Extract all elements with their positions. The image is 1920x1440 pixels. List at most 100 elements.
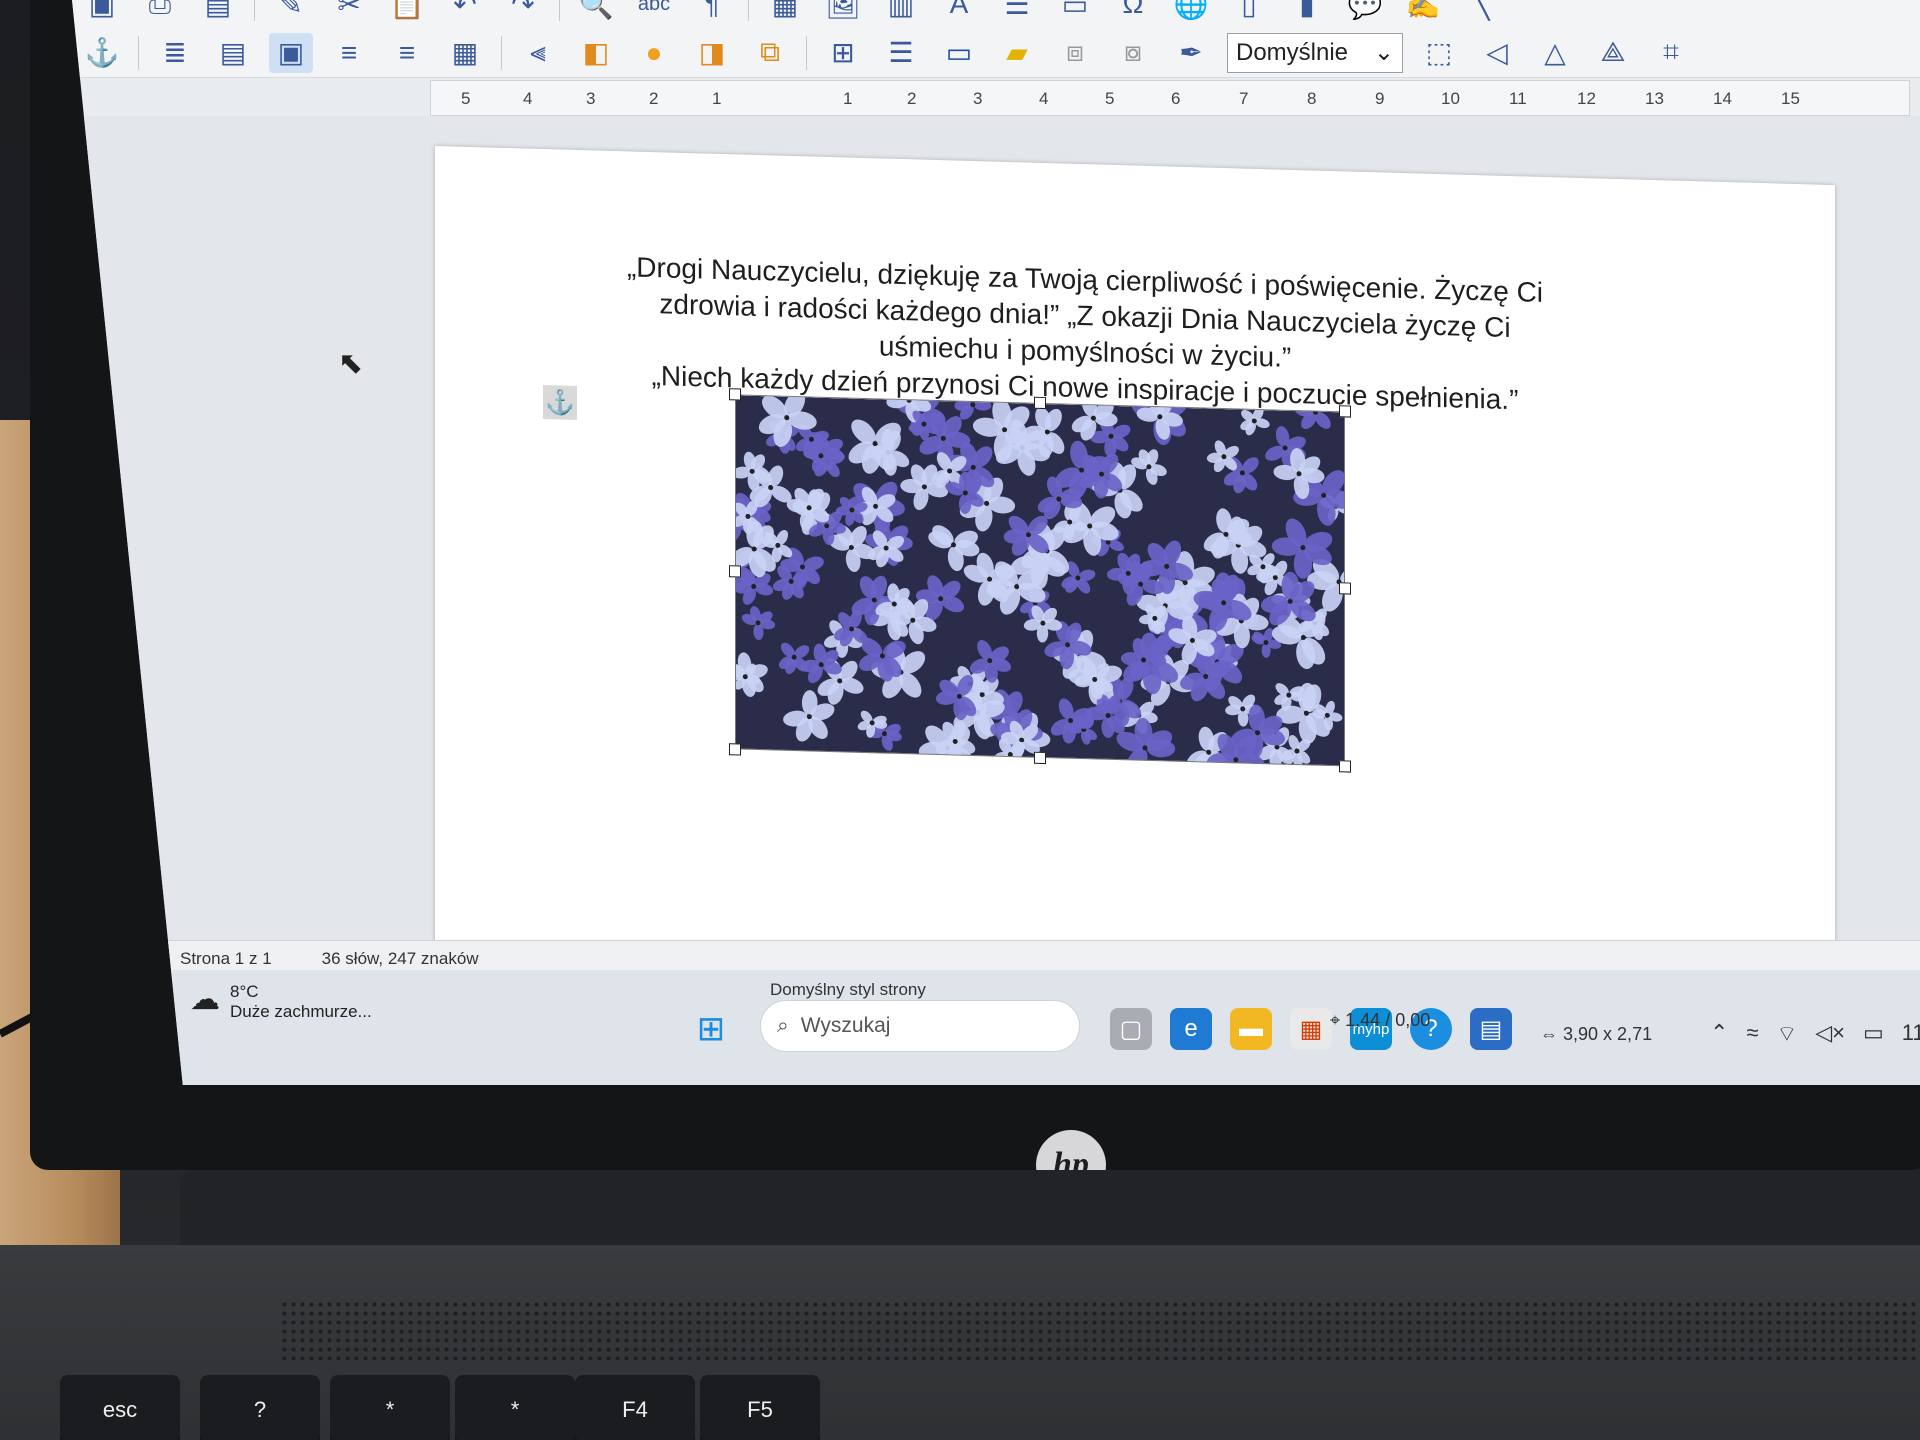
- wrap-right-icon[interactable]: ≡: [385, 33, 429, 73]
- chevron-up-icon[interactable]: ⌃: [1710, 1020, 1728, 1048]
- line-style-icon[interactable]: ☰: [879, 33, 923, 73]
- formatting-marks-icon[interactable]: ¶: [690, 0, 734, 24]
- page-break-icon[interactable]: ☰: [995, 0, 1039, 24]
- wrap-page-icon[interactable]: ▤: [211, 33, 255, 73]
- paste-icon[interactable]: 📋: [385, 0, 429, 24]
- crop-icon[interactable]: ⌗: [1649, 33, 1693, 73]
- ungroup-icon[interactable]: ⧇: [1111, 33, 1155, 73]
- resize-handle[interactable]: [729, 388, 741, 401]
- ruler-label: 4: [1039, 89, 1049, 108]
- resize-handle[interactable]: [1339, 760, 1351, 773]
- wrap-off-icon[interactable]: ≣: [153, 33, 197, 73]
- wrap-left-icon[interactable]: ≡: [327, 33, 371, 73]
- redo-icon[interactable]: ↷: [501, 0, 545, 24]
- key-esc[interactable]: esc: [60, 1375, 180, 1440]
- area-fill-icon[interactable]: ▰: [995, 33, 1039, 73]
- rotate-left-icon[interactable]: ◁: [1475, 33, 1519, 73]
- border-color-icon[interactable]: ▭: [937, 33, 981, 73]
- print-preview-icon[interactable]: ▤: [196, 0, 240, 24]
- resize-handle[interactable]: [1339, 582, 1351, 595]
- frame-properties-icon[interactable]: ⬚: [1417, 33, 1461, 73]
- align-icon[interactable]: ⫷: [516, 33, 560, 73]
- line-icon[interactable]: ╲: [1459, 0, 1503, 24]
- chevron-down-icon: ⌄: [1373, 39, 1394, 66]
- wrap-optimal-icon[interactable]: ▣: [269, 32, 313, 73]
- ruler-label: 1: [712, 89, 722, 108]
- resize-handle[interactable]: [729, 743, 741, 756]
- send-back-icon[interactable]: ◨: [690, 33, 734, 73]
- field-icon[interactable]: ▭: [1053, 0, 1097, 24]
- circle-shape-icon[interactable]: ●: [632, 33, 676, 73]
- wifi-icon[interactable]: ⌔: [1777, 1020, 1798, 1048]
- clone-icon[interactable]: ✎: [269, 0, 313, 24]
- key-f3[interactable]: *: [455, 1375, 575, 1440]
- highlighter-icon[interactable]: ✒: [1169, 33, 1213, 73]
- image-icon[interactable]: 🖼: [821, 0, 865, 24]
- footnote-icon[interactable]: ▯: [1227, 0, 1271, 24]
- bring-forward-icon[interactable]: ◧: [574, 33, 618, 73]
- ruler-label: 2: [649, 89, 659, 108]
- position-readout: ⌖ 1,44 / 0,00: [1330, 1010, 1430, 1031]
- resize-handle[interactable]: [1034, 751, 1046, 765]
- chart-icon[interactable]: ▥: [879, 0, 923, 24]
- network-icon[interactable]: ≈: [1746, 1020, 1758, 1048]
- mouse-pointer-icon: ⬉: [338, 347, 364, 380]
- separator: [138, 35, 139, 70]
- flower-photo: [735, 394, 1345, 767]
- frame-toolbar: ⚓ ≣ ▤ ▣ ≡ ≡ ▦ ⫷ ◧ ● ◨ ⧉ ⊞ ☰ ▭ ▰ ⧈ ⧇ ✒ Do…: [70, 28, 1920, 78]
- resize-handle[interactable]: [1339, 405, 1351, 418]
- selected-image[interactable]: [735, 394, 1345, 767]
- key-f4[interactable]: F4: [575, 1375, 695, 1440]
- textbox-icon[interactable]: A: [937, 0, 981, 24]
- flip-vertical-icon[interactable]: △: [1533, 33, 1577, 73]
- document-text[interactable]: „Drogi Nauczycielu, dziękuję za Twoją ci…: [555, 247, 1615, 421]
- frame-style-select[interactable]: Domyślnie ⌄: [1227, 32, 1403, 73]
- special-character-icon[interactable]: Ω: [1111, 0, 1155, 24]
- writer-icon[interactable]: ▤: [1470, 1008, 1512, 1050]
- edge-icon[interactable]: e: [1170, 1008, 1212, 1050]
- battery-icon[interactable]: ▭: [1863, 1020, 1884, 1048]
- speaker-grille: [280, 1300, 1920, 1360]
- track-changes-icon[interactable]: ✍: [1401, 0, 1445, 24]
- spellcheck-icon[interactable]: abc: [632, 0, 676, 24]
- find-replace-icon[interactable]: 🔍: [574, 0, 618, 24]
- anchor-icon[interactable]: ⚓: [543, 385, 577, 420]
- flip-horizontal-icon[interactable]: ⟁: [1591, 33, 1635, 73]
- clock[interactable]: 11: [1902, 1020, 1920, 1048]
- bookmark-icon[interactable]: ▮: [1285, 0, 1329, 24]
- search-icon: ⌕: [777, 1014, 789, 1037]
- page-style-label[interactable]: Domyślny styl strony: [770, 980, 926, 1000]
- task-view-icon[interactable]: ▢: [1110, 1008, 1152, 1050]
- comment-icon[interactable]: 💬: [1343, 0, 1387, 24]
- key-f5[interactable]: F5: [700, 1375, 820, 1440]
- print-icon[interactable]: ⎙: [138, 0, 182, 24]
- file-explorer-icon[interactable]: ▬: [1230, 1008, 1272, 1050]
- resize-handle[interactable]: [1034, 396, 1046, 410]
- size-readout: ⇔ 3,90 x 2,71: [1540, 1024, 1652, 1045]
- key-f1[interactable]: ?: [200, 1375, 320, 1440]
- save-icon[interactable]: ▣: [80, 0, 124, 24]
- group-icon[interactable]: ⧈: [1053, 33, 1097, 73]
- document-workspace[interactable]: ⬉ „Drogi Nauczycielu, dziękuję za Twoją …: [70, 116, 1920, 1006]
- undo-icon[interactable]: ↶: [443, 0, 487, 24]
- search-box[interactable]: ⌕ Wyszukaj: [760, 1000, 1080, 1052]
- weather-widget[interactable]: ☁ 8°C Duże zachmurze...: [190, 982, 372, 1022]
- style-select-value: Domyślnie: [1236, 38, 1349, 66]
- borders-icon[interactable]: ⊞: [821, 33, 865, 73]
- table-icon[interactable]: ▦: [763, 0, 807, 24]
- start-icon[interactable]: ⊞: [690, 1008, 732, 1050]
- wrap-through-icon[interactable]: ▦: [443, 33, 487, 73]
- document-page[interactable]: „Drogi Nauczycielu, dziękuję za Twoją ci…: [435, 146, 1835, 1006]
- word-count[interactable]: 36 słów, 247 znaków: [322, 949, 479, 969]
- cut-icon[interactable]: ✂: [327, 0, 371, 24]
- anchor-icon[interactable]: ⚓: [80, 33, 124, 73]
- horizontal-ruler[interactable]: 5 4 3 2 1 1 2 3 4 5 6 7 8 9 10 11 12 13 …: [430, 80, 1910, 116]
- mute-icon[interactable]: ◁×: [1815, 1020, 1845, 1048]
- key-f2[interactable]: *: [330, 1375, 450, 1440]
- position-value: 1,44 / 0,00: [1345, 1010, 1431, 1030]
- resize-handle[interactable]: [729, 565, 741, 578]
- store-icon[interactable]: ▦: [1290, 1008, 1332, 1050]
- hyperlink-icon[interactable]: 🌐: [1169, 0, 1213, 24]
- arrange-icon[interactable]: ⧉: [748, 33, 792, 73]
- page-counter[interactable]: Strona 1 z 1: [180, 949, 272, 969]
